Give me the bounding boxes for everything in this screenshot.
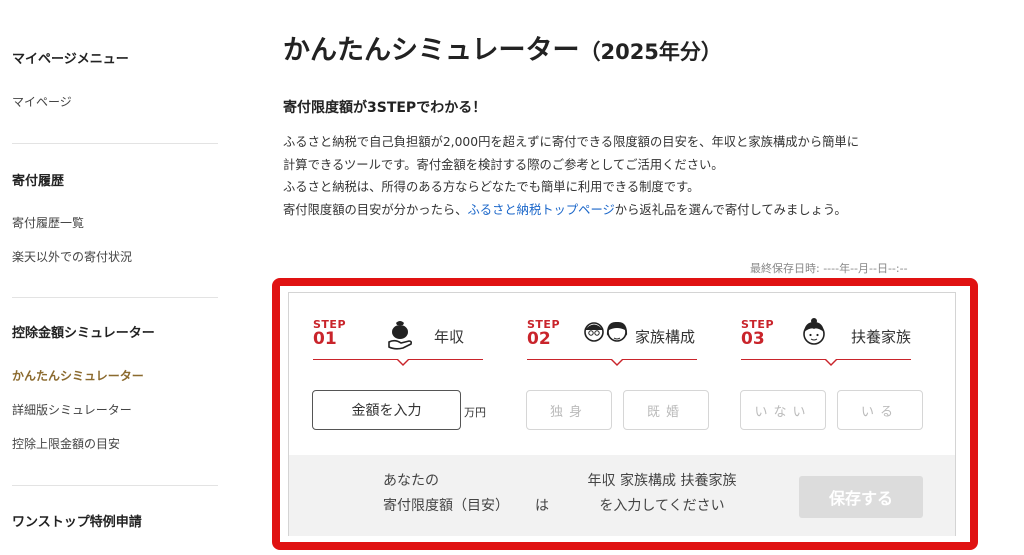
sidebar-heading-donation-history: 寄付履歴 [12,174,65,189]
result-prompt-line: 年収 家族構成 扶養家族 [587,473,737,489]
sidebar-item-mypage[interactable]: マイページ [12,93,72,110]
last-saved-timestamp: 最終保存日時: ----年--月--日--:-- [750,262,908,275]
furusato-top-link[interactable]: ふるさと納税トップページ [467,203,614,217]
sidebar-divider [12,297,218,298]
sidebar-item-detailed-simulator[interactable]: 詳細版シミュレーター [12,401,132,418]
section-subheading: 寄付限度額が3STEPでわかる！ [283,100,487,116]
sidebar-heading-one-stop[interactable]: ワンストップ特例申請 [12,511,142,530]
sidebar-item-donation-history-list[interactable]: 寄付履歴一覧 [12,214,84,231]
amount-unit: 万円 [464,406,486,419]
sidebar: マイページメニュー マイページ 寄付履歴 寄付履歴一覧 楽天以外での寄付状況 控… [12,0,218,555]
page-title: かんたんシミュレーター（2025年分） [283,28,722,67]
result-label-line: 寄付限度額（目安） は [383,494,549,519]
sidebar-item-non-rakuten-status[interactable]: 楽天以外での寄付状況 [12,248,132,265]
has-dependents-button[interactable]: いる [837,390,923,430]
amount-input-button[interactable]: 金額を入力 [312,390,461,430]
simulator-panel: STEP 01 年収 STEP 02 家族構成 STEP 03 扶養家族 金額を… [288,292,956,536]
result-bar: あなたの 寄付限度額（目安） は 年収 家族構成 扶養家族 を入力してください 保… [289,455,955,536]
save-button[interactable]: 保存する [799,476,923,518]
child-icon [799,317,829,357]
description-line: ふるさと納税は、所得のある方ならどなたでも簡単に利用できる制度です。 [283,180,700,194]
step-income: STEP 01 年収 [313,315,483,371]
sidebar-divider [12,485,218,486]
married-button[interactable]: 既婚 [623,390,709,430]
description-line: 計算できるツールです。寄付金額を検討する際のご参考としてご活用ください。 [283,157,724,172]
step-family: STEP 02 家族構成 [527,315,697,371]
sidebar-item-easy-simulator[interactable]: かんたんシミュレーター [12,367,144,384]
description-line: ふるさと納税で自己負担額が2,000円を超えずに寄付できる限度額の目安を、年収と… [283,135,860,149]
sidebar-heading-mypage-menu: マイページメニュー [12,52,129,67]
step-name: 年収 [434,328,465,346]
result-prompt-line: を入力してください [599,498,725,514]
step-dependents: STEP 03 扶養家族 [741,315,911,371]
sidebar-heading-deduction-simulator: 控除金額シミュレーター [12,326,155,341]
money-bag-hand-icon [385,317,415,357]
step-caret [396,358,410,366]
result-label-line: あなたの [383,473,439,489]
step-name: 家族構成 [635,328,696,346]
step-number-label: STEP 01 [313,319,346,348]
result-prompt: 年収 家族構成 扶養家族 を入力してください [567,469,757,519]
no-dependents-button[interactable]: いない [740,390,826,430]
step-number: 01 [313,329,337,349]
result-label-suffix: は [535,498,549,514]
step-caret [824,358,838,366]
step-name: 扶養家族 [851,328,912,346]
description-line: 寄付限度額の目安が分かったら、ふるさと納税トップページから返礼品を選んで寄付して… [283,199,973,222]
step-number: 02 [527,329,551,349]
step-number-label: STEP 03 [741,319,774,348]
page-title-year: （2025年分） [579,40,722,64]
step-number: 03 [741,329,765,349]
single-button[interactable]: 独身 [526,390,612,430]
sidebar-divider [12,143,218,144]
result-label: あなたの 寄付限度額（目安） は [383,469,549,519]
couple-icon [581,317,631,357]
page-title-text: かんたんシミュレーター [283,35,580,66]
result-label-text: 寄付限度額（目安） [383,498,509,514]
step-caret [610,358,624,366]
description-text: 寄付限度額の目安が分かったら、 [283,202,468,217]
description-text: から返礼品を選んで寄付してみましょう。 [614,202,847,217]
sidebar-item-deduction-limit-guide[interactable]: 控除上限金額の目安 [12,435,120,452]
description: ふるさと納税で自己負担額が2,000円を超えずに寄付できる限度額の目安を、年収と… [283,131,973,221]
step-number-label: STEP 02 [527,319,560,348]
